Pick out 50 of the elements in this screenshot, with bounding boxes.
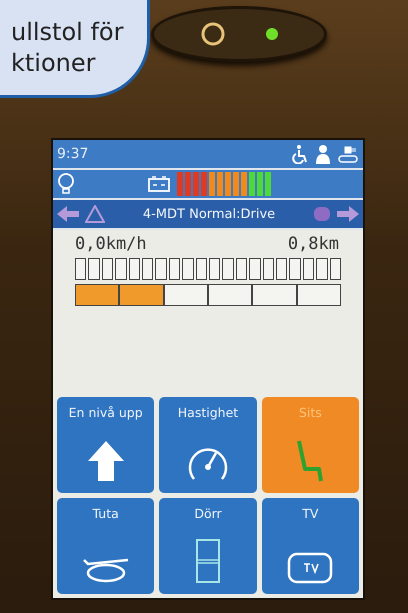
meter-segment — [155, 258, 167, 280]
meter-segment — [196, 258, 207, 280]
callout-text: ktioner — [11, 48, 97, 79]
meter-segment — [75, 258, 86, 280]
meter-segment — [164, 284, 208, 306]
meter-segment — [142, 258, 154, 280]
meter-segment — [75, 284, 120, 306]
plug-icon — [337, 144, 359, 164]
battery-icon — [147, 175, 171, 193]
meter-segment — [222, 258, 234, 280]
menu-tile[interactable]: Hastighet — [159, 397, 257, 493]
menu-tile[interactable]: Dörr — [159, 498, 257, 594]
profile-title: 4-MDT Normal:Drive — [142, 206, 276, 222]
meter-segment — [330, 258, 341, 280]
meter-segment — [262, 258, 274, 280]
meter-segment — [236, 258, 248, 280]
meter-segment — [302, 258, 314, 280]
meter-segment — [252, 284, 297, 306]
meter-segment — [276, 258, 288, 280]
menu-tile[interactable]: Tuta — [57, 498, 154, 594]
meter-segment — [316, 258, 328, 280]
meter-segment — [102, 258, 114, 280]
meter-segment — [289, 258, 301, 280]
wheelchair-icon — [291, 144, 309, 164]
power-icon — [200, 21, 226, 47]
meter-segment — [115, 258, 127, 280]
meter-segment — [296, 284, 341, 306]
meter-segment — [88, 258, 100, 280]
up-arrow-icon — [86, 439, 126, 483]
meter-segment — [249, 258, 261, 280]
right-arrow-icon[interactable] — [337, 206, 359, 222]
door-icon — [194, 538, 221, 584]
speed-reading: 0,0km/h — [75, 234, 147, 254]
tv-icon — [287, 552, 334, 584]
meter-segment — [208, 258, 220, 280]
menu-tile[interactable]: En nivå upp — [57, 397, 154, 493]
meter-segment — [208, 284, 252, 306]
meter-segment — [182, 258, 194, 280]
clock-text: 9:37 — [57, 146, 90, 162]
person-icon — [315, 144, 331, 164]
warning-icon — [85, 205, 105, 223]
menu-tile[interactable]: TV — [262, 498, 359, 594]
meter-segment — [128, 258, 140, 280]
callout-text: ullstol för — [11, 16, 124, 48]
meter-segment — [168, 258, 180, 280]
light-bulb-icon — [57, 173, 75, 195]
distance-reading: 0,8km — [288, 234, 339, 254]
meter-segment — [119, 284, 164, 306]
status-led-icon — [266, 28, 278, 40]
left-arrow-icon[interactable] — [57, 206, 79, 222]
